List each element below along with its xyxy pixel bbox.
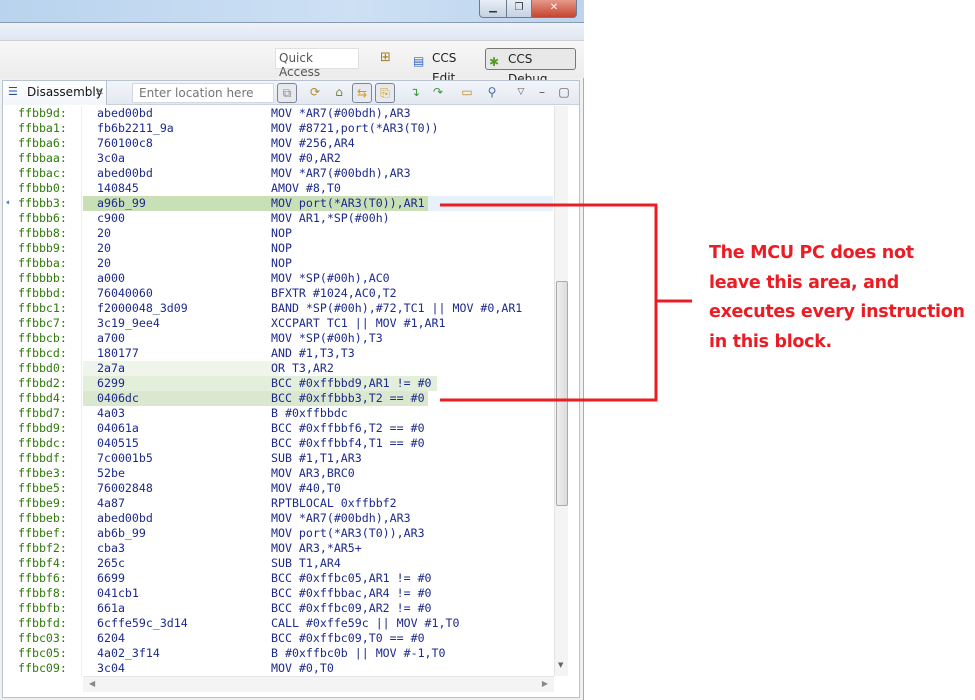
note-line: The MCU PC does not — [709, 243, 914, 263]
note-line: in this block. — [709, 331, 832, 352]
note-line: executes every instruction — [709, 302, 965, 322]
annotation-note: The MCU PC does not leave this area, and… — [709, 239, 975, 357]
bracket-line — [440, 203, 658, 402]
note-line: leave this area, and — [709, 272, 900, 293]
